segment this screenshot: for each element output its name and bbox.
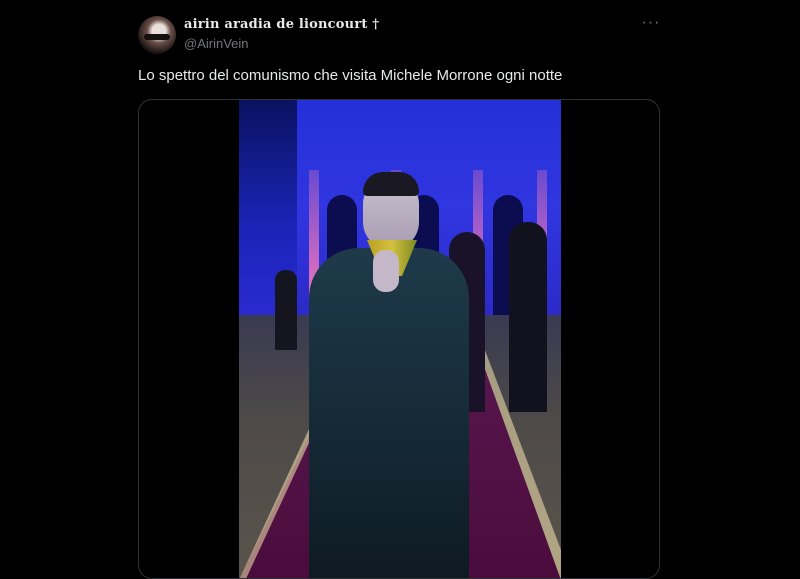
username-handle[interactable]: @AirinVein [184,36,249,51]
video-man-body [309,248,469,578]
background-person [509,222,547,412]
tweet-text: Lo spettro del comunismo che visita Mich… [138,67,563,84]
display-name[interactable]: airin aradia de lioncourt † [184,17,379,32]
video-hand [373,250,399,292]
tweet-media[interactable] [138,99,660,579]
background-person [275,270,297,350]
avatar[interactable] [138,16,176,54]
video-frame[interactable] [239,100,561,578]
more-horizontal-icon[interactable]: ··· [640,14,662,36]
